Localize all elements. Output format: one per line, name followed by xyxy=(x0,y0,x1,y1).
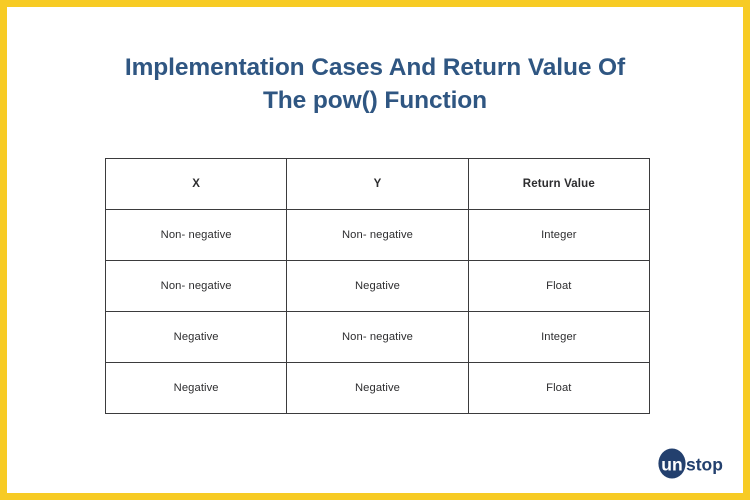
table-cell-x: Non- negative xyxy=(104,260,288,312)
table-cell-x: Non- negative xyxy=(104,209,288,261)
unstop-logo-icon: un stop xyxy=(658,448,723,479)
page-title-line-1: Implementation Cases And Return Value Of xyxy=(124,54,626,81)
table-cell-y: Negative xyxy=(286,362,469,414)
table-cell-return-value: Float xyxy=(467,362,651,414)
table-body: Non- negative Non- negative Integer Non-… xyxy=(104,209,651,414)
table-cell-return-value: Float xyxy=(467,260,651,312)
table-row: Negative Non- negative Integer xyxy=(104,311,651,363)
table-cell-x: Negative xyxy=(104,311,288,363)
page-title: Implementation Cases And Return Value Of… xyxy=(7,51,743,117)
table-header-cell-return-value: Return Value xyxy=(467,158,651,210)
table-row: Negative Negative Float xyxy=(104,362,651,414)
table-header-cell-x: X xyxy=(104,158,288,210)
unstop-logo-mark-text: un xyxy=(661,455,682,475)
unstop-logo: un stop xyxy=(656,448,734,480)
table-row: Non- negative Negative Float xyxy=(104,260,651,312)
table-row: Non- negative Non- negative Integer xyxy=(104,209,651,261)
table-cell-y: Non- negative xyxy=(286,311,469,363)
pow-return-value-table: X Y Return Value Non- negative Non- nega… xyxy=(104,158,651,414)
table-header-cell-y: Y xyxy=(286,158,469,210)
table-cell-y: Non- negative xyxy=(286,209,469,261)
table-container: X Y Return Value Non- negative Non- nega… xyxy=(104,158,651,414)
page-title-line-2: The pow() Function xyxy=(262,87,488,114)
slide-canvas: Implementation Cases And Return Value Of… xyxy=(0,0,750,500)
table-cell-return-value: Integer xyxy=(467,311,651,363)
table-cell-x: Negative xyxy=(104,362,288,414)
table-header-row: X Y Return Value xyxy=(104,158,651,210)
table-cell-return-value: Integer xyxy=(467,209,651,261)
unstop-logo-word-text: stop xyxy=(686,455,723,475)
table-head: X Y Return Value xyxy=(104,158,651,210)
table-cell-y: Negative xyxy=(286,260,469,312)
